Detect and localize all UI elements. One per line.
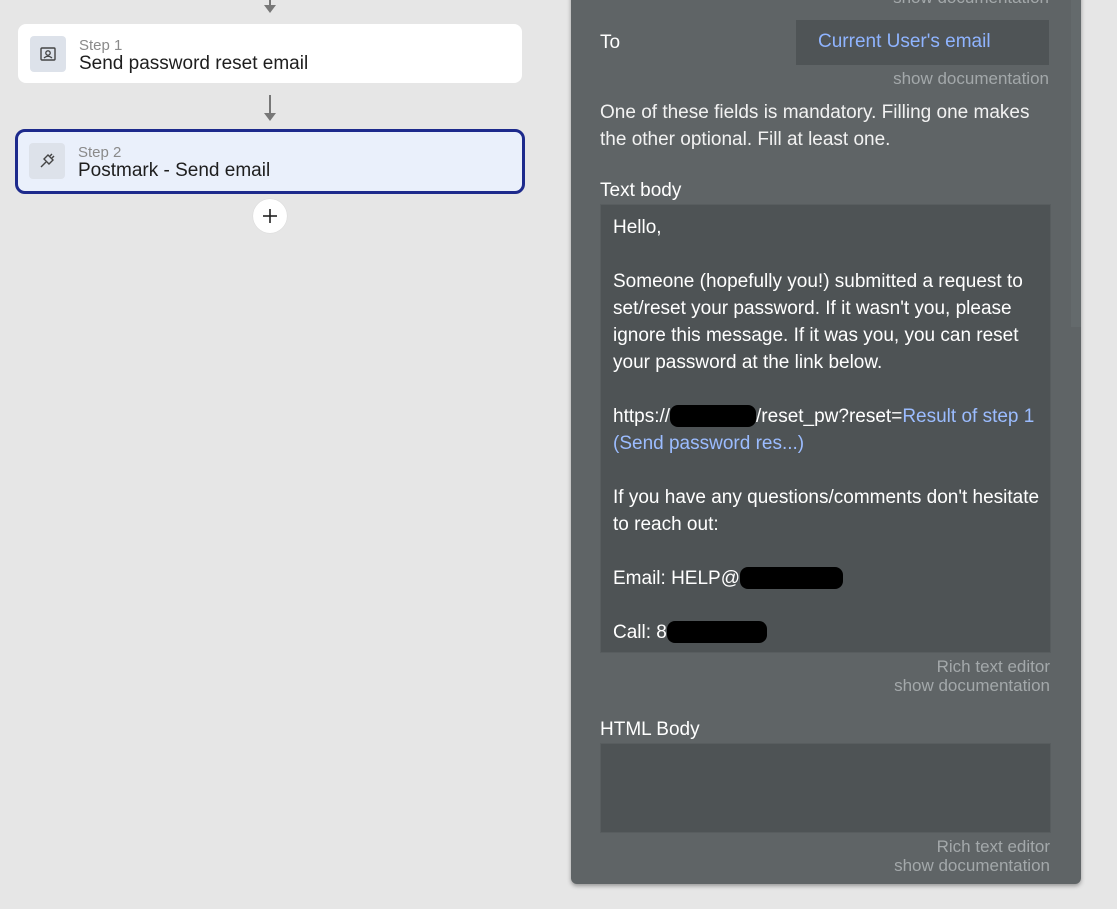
- add-step-button[interactable]: [253, 199, 287, 233]
- show-documentation-link[interactable]: show documentation: [850, 856, 1050, 876]
- step-number: Step 1: [79, 37, 123, 54]
- panel-scrollbar[interactable]: [1071, 0, 1081, 327]
- user-card-icon: [30, 36, 66, 72]
- workflow-step-1[interactable]: Step 1 Send password reset email: [18, 24, 522, 83]
- greeting-text: Hello,: [613, 217, 662, 238]
- html-body-label: HTML Body: [600, 719, 700, 740]
- to-label: To: [600, 32, 621, 53]
- redacted-email: [740, 567, 843, 589]
- plus-icon: [263, 209, 277, 223]
- step-title: Send password reset email: [79, 53, 309, 74]
- rich-text-editor-link[interactable]: Rich text editor: [850, 837, 1050, 857]
- to-field[interactable]: Current User's email: [796, 20, 1049, 65]
- questions-text: If you have any questions/comments don't…: [613, 487, 1040, 535]
- reset-link-line: https:///reset_pw?reset=Result of step 1…: [613, 403, 1040, 457]
- mandatory-note: One of these fields is mandatory. Fillin…: [600, 102, 1030, 150]
- url-prefix: https://: [613, 406, 671, 427]
- show-documentation-link[interactable]: show documentation: [850, 69, 1049, 89]
- show-documentation-link[interactable]: show documentation: [850, 0, 1049, 8]
- call-line: Call: 8: [613, 619, 1040, 646]
- redacted-phone: [666, 621, 767, 643]
- body-paragraph: Someone (hopefully you!) submitted a req…: [613, 271, 1023, 373]
- step-title: Postmark - Send email: [78, 160, 271, 181]
- html-body-field[interactable]: [600, 743, 1051, 833]
- show-documentation-link[interactable]: show documentation: [850, 676, 1050, 696]
- text-body-label: Text body: [600, 180, 682, 201]
- workflow-step-2[interactable]: Step 2 Postmark - Send email: [15, 129, 525, 194]
- call-prefix: Call: 8: [613, 622, 667, 643]
- plug-icon: [29, 143, 65, 179]
- email-line: Email: HELP@: [613, 565, 1040, 592]
- email-prefix: Email: HELP@: [613, 568, 740, 589]
- url-suffix: /reset_pw?reset=: [756, 406, 903, 427]
- step-number: Step 2: [78, 144, 122, 161]
- rich-text-editor-link[interactable]: Rich text editor: [850, 657, 1050, 677]
- text-body-field[interactable]: Hello, Someone (hopefully you!) submitte…: [600, 204, 1051, 653]
- redacted-domain: [670, 405, 757, 427]
- connector-arrow: [261, 95, 279, 123]
- connector-arrow-top: [261, 0, 279, 14]
